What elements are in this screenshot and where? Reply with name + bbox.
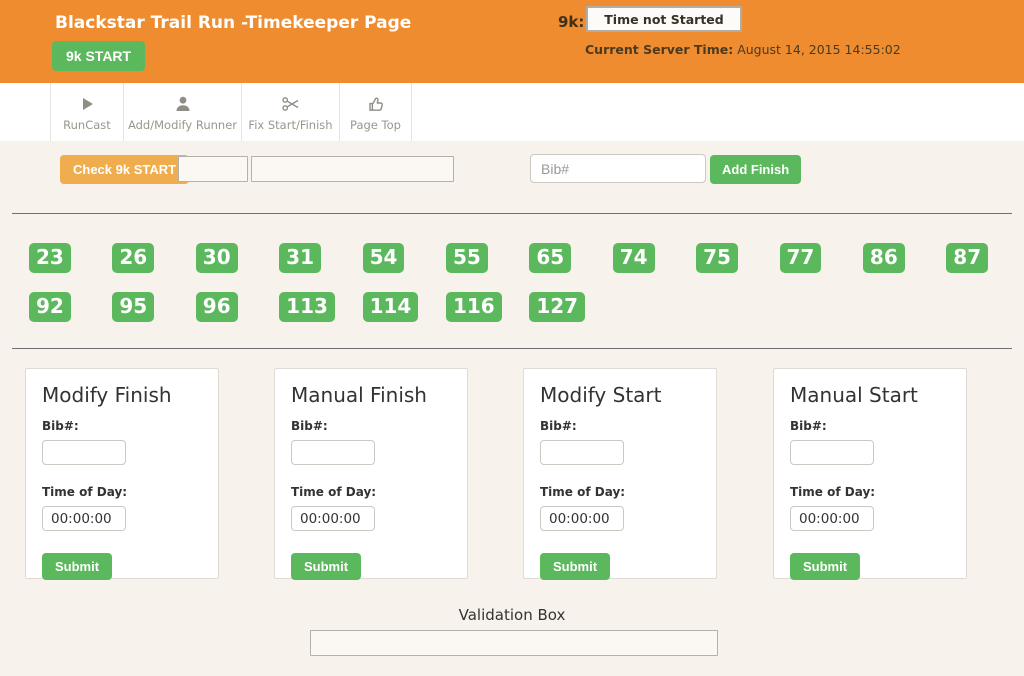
toolbar-item-runcast[interactable]: RunCast <box>50 83 124 141</box>
page-title: Blackstar Trail Run -Timekeeper Page <box>55 13 411 33</box>
start-time-field[interactable] <box>178 156 248 182</box>
bib-label: Bib#: <box>291 419 451 433</box>
bib-button[interactable]: 116 <box>446 292 502 322</box>
server-time-value: August 14, 2015 14:55:02 <box>733 42 900 57</box>
manual-start-submit-button[interactable]: Submit <box>790 553 860 580</box>
play-icon <box>77 93 97 115</box>
race-label: 9k: <box>558 13 584 31</box>
panel-manual-finish: Manual Finish Bib#: Time of Day: Submit <box>274 368 468 579</box>
toolbar-item-label: Fix Start/Finish <box>248 118 332 132</box>
header: Blackstar Trail Run -Timekeeper Page 9k … <box>0 0 1024 83</box>
bib-label: Bib#: <box>540 419 700 433</box>
bib-button[interactable]: 77 <box>780 243 822 273</box>
start-status-field[interactable] <box>251 156 454 182</box>
toolbar-item-label: Add/Modify Runner <box>128 118 237 132</box>
manual-start-bib-input[interactable] <box>790 440 874 465</box>
scissors-icon <box>281 93 301 115</box>
manual-finish-time-input[interactable] <box>291 506 375 531</box>
bib-button[interactable]: 23 <box>29 243 71 273</box>
time-of-day-label: Time of Day: <box>540 485 700 499</box>
race-status-box: Time not Started <box>586 6 742 32</box>
modify-start-submit-button[interactable]: Submit <box>540 553 610 580</box>
panel-title: Modify Finish <box>42 383 202 407</box>
bib-button[interactable]: 55 <box>446 243 488 273</box>
check-9k-start-button[interactable]: Check 9k START <box>60 155 189 184</box>
bib-button[interactable]: 92 <box>29 292 71 322</box>
bib-button[interactable]: 31 <box>279 243 321 273</box>
modify-start-time-input[interactable] <box>540 506 624 531</box>
modify-finish-time-input[interactable] <box>42 506 126 531</box>
toolbar-item-label: Page Top <box>350 118 401 132</box>
timekeeper-page: Blackstar Trail Run -Timekeeper Page 9k … <box>0 0 1024 676</box>
manual-start-time-input[interactable] <box>790 506 874 531</box>
bib-button[interactable]: 30 <box>196 243 238 273</box>
bib-button[interactable]: 65 <box>529 243 571 273</box>
manual-finish-submit-button[interactable]: Submit <box>291 553 361 580</box>
bib-label: Bib#: <box>42 419 202 433</box>
time-of-day-label: Time of Day: <box>790 485 950 499</box>
bib-button[interactable]: 95 <box>112 292 154 322</box>
bib-grid-row-1: 23 26 30 31 54 55 65 74 75 77 86 87 <box>29 243 1024 273</box>
bib-button[interactable]: 54 <box>363 243 405 273</box>
validation-box-label: Validation Box <box>0 606 1024 624</box>
server-time: Current Server Time: August 14, 2015 14:… <box>585 42 901 57</box>
modify-finish-submit-button[interactable]: Submit <box>42 553 112 580</box>
panel-title: Manual Start <box>790 383 950 407</box>
add-finish-button[interactable]: Add Finish <box>710 155 801 184</box>
toolbar-item-label: RunCast <box>63 118 111 132</box>
toolbar-item-page-top[interactable]: Page Top <box>340 83 412 141</box>
modify-start-bib-input[interactable] <box>540 440 624 465</box>
divider <box>12 213 1012 214</box>
panel-modify-start: Modify Start Bib#: Time of Day: Submit <box>523 368 717 579</box>
panel-manual-start: Manual Start Bib#: Time of Day: Submit <box>773 368 967 579</box>
server-time-label: Current Server Time: <box>585 42 733 57</box>
bib-grid-row-2: 92 95 96 113 114 116 127 <box>29 292 613 322</box>
bib-label: Bib#: <box>790 419 950 433</box>
thumbs-up-icon <box>366 93 386 115</box>
bib-button[interactable]: 87 <box>946 243 988 273</box>
toolbar: RunCast Add/Modify Runner Fix Start/Fini… <box>0 83 1024 141</box>
time-of-day-label: Time of Day: <box>42 485 202 499</box>
person-icon <box>173 93 193 115</box>
panel-title: Modify Start <box>540 383 700 407</box>
manual-finish-bib-input[interactable] <box>291 440 375 465</box>
bib-button[interactable]: 75 <box>696 243 738 273</box>
bib-button[interactable]: 86 <box>863 243 905 273</box>
panel-modify-finish: Modify Finish Bib#: Time of Day: Submit <box>25 368 219 579</box>
toolbar-item-fix-start-finish[interactable]: Fix Start/Finish <box>242 83 340 141</box>
start-9k-button[interactable]: 9k START <box>52 41 145 71</box>
bib-button[interactable]: 96 <box>196 292 238 322</box>
panel-title: Manual Finish <box>291 383 451 407</box>
bib-button[interactable]: 114 <box>363 292 419 322</box>
toolbar-item-add-modify-runner[interactable]: Add/Modify Runner <box>124 83 242 141</box>
modify-finish-bib-input[interactable] <box>42 440 126 465</box>
bib-button[interactable]: 127 <box>529 292 585 322</box>
bib-number-input[interactable] <box>530 154 706 183</box>
bib-button[interactable]: 26 <box>112 243 154 273</box>
bib-button[interactable]: 113 <box>279 292 335 322</box>
time-of-day-label: Time of Day: <box>291 485 451 499</box>
validation-box-input[interactable] <box>310 630 718 656</box>
divider <box>12 348 1012 349</box>
bib-button[interactable]: 74 <box>613 243 655 273</box>
